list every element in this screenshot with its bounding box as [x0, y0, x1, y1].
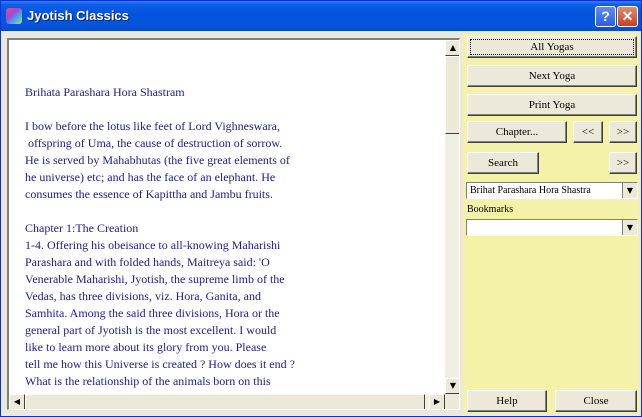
scroll-left-button[interactable]: ◀: [9, 394, 25, 409]
print-yoga-button[interactable]: Print Yoga: [467, 94, 637, 116]
chapter-button[interactable]: Chapter...: [467, 121, 567, 143]
bookmarks-label: Bookmarks: [467, 204, 514, 215]
horizontal-scrollbar[interactable]: ◀ ▶: [9, 394, 445, 409]
title-close-button[interactable]: ✕: [617, 6, 638, 27]
help-button[interactable]: Help: [467, 390, 547, 412]
book-select-value: Brihat Parashara Hora Shastra: [470, 185, 591, 196]
vertical-scroll-thumb[interactable]: [445, 56, 459, 134]
previous-chapter-button[interactable]: <<: [573, 121, 603, 143]
horizontal-scroll-thumb[interactable]: [25, 394, 425, 409]
book-select-arrow-icon[interactable]: ▼: [622, 183, 637, 198]
search-button[interactable]: Search: [467, 152, 539, 174]
title-bar[interactable]: Jyotish Classics ? ✕: [1, 1, 641, 31]
scroll-up-button[interactable]: ▲: [445, 40, 459, 56]
close-button[interactable]: Close: [555, 390, 637, 412]
control-panel: All Yogas Next Yoga Print Yoga Chapter..…: [463, 34, 639, 414]
bookmarks-select[interactable]: ▼: [466, 219, 638, 236]
title-help-button[interactable]: ?: [595, 6, 616, 27]
bookmarks-select-arrow-icon[interactable]: ▼: [622, 220, 637, 235]
app-window: Jyotish Classics ? ✕ Brihata Parashara H…: [0, 0, 642, 417]
next-yoga-button[interactable]: Next Yoga: [467, 65, 637, 87]
vertical-scrollbar[interactable]: ▲ ▼: [445, 40, 459, 394]
scroll-right-button[interactable]: ▶: [429, 394, 445, 409]
all-yogas-button[interactable]: All Yogas: [467, 36, 637, 58]
next-chapter-button[interactable]: >>: [609, 121, 637, 143]
search-next-button[interactable]: >>: [609, 152, 637, 174]
text-pane[interactable]: Brihata Parashara Hora Shastram I bow be…: [7, 38, 460, 410]
scroll-down-button[interactable]: ▼: [445, 378, 459, 394]
app-icon: [6, 8, 22, 24]
scrollbar-corner: [445, 394, 459, 409]
book-select[interactable]: Brihat Parashara Hora Shastra ▼: [466, 182, 638, 199]
window-title: Jyotish Classics: [27, 8, 129, 23]
text-content: Brihata Parashara Hora Shastram I bow be…: [25, 85, 295, 388]
